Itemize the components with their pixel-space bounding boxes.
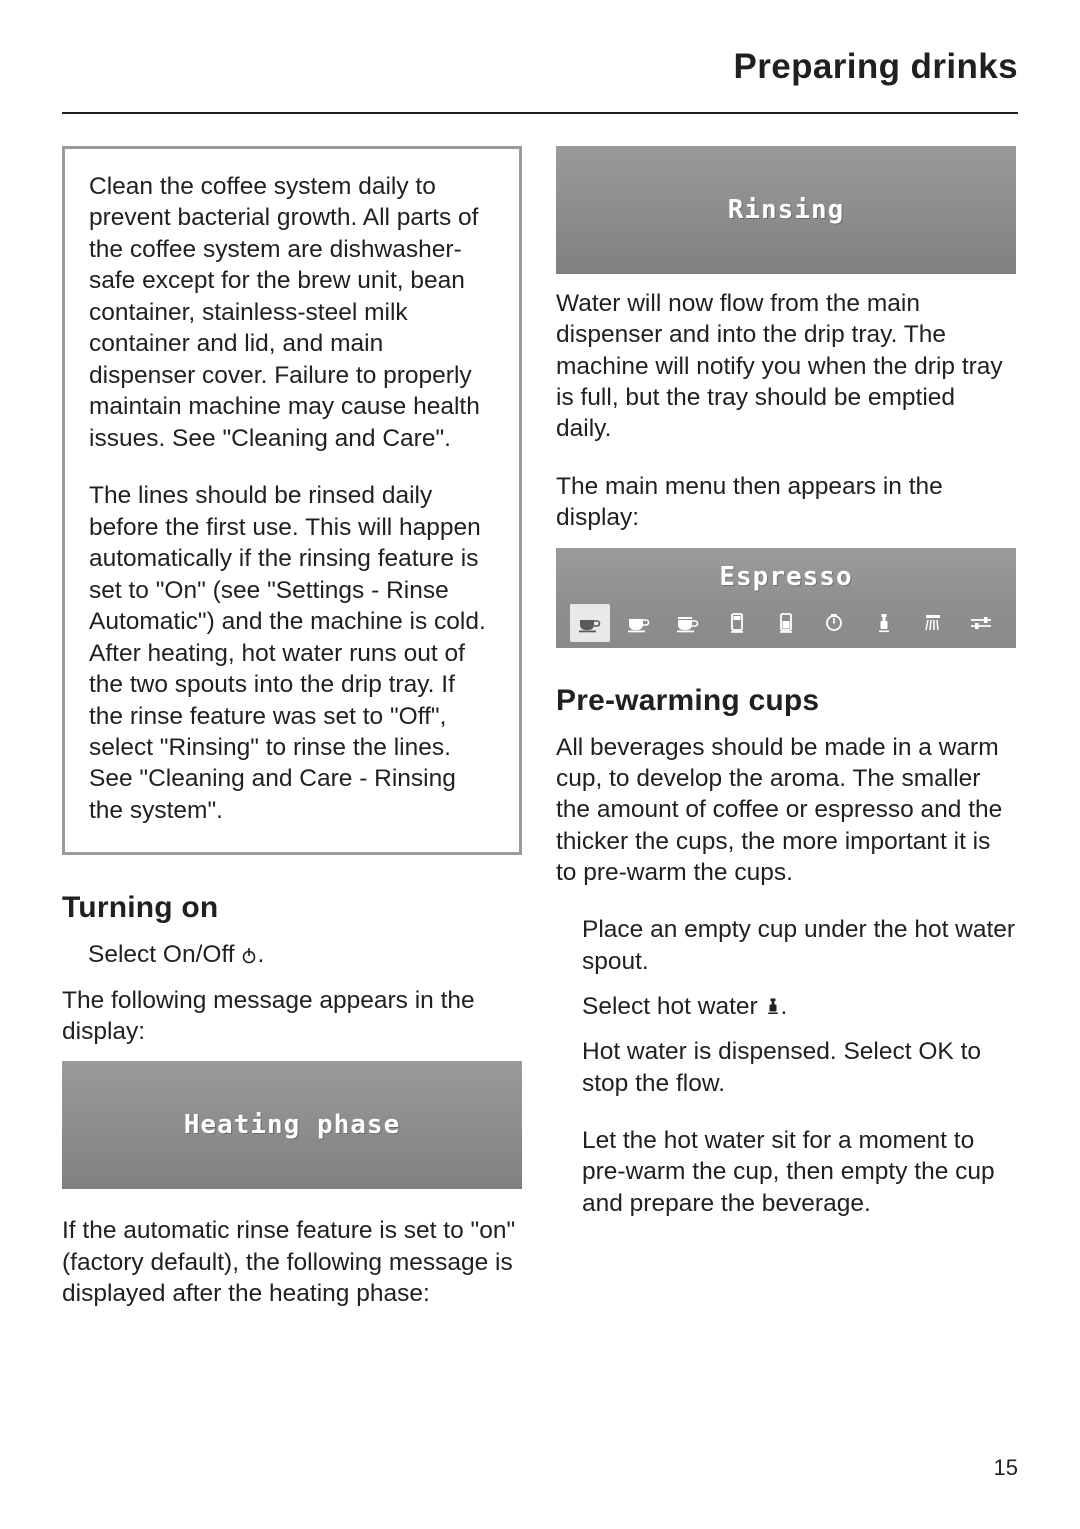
left-column: Clean the coffee system daily to prevent… bbox=[62, 146, 522, 1310]
step-let-water-sit: Let the hot water sit for a moment to pr… bbox=[582, 1127, 995, 1217]
important-note-box: Clean the coffee system daily to prevent… bbox=[62, 146, 522, 856]
display-heating-phase: Heating phase bbox=[62, 1061, 522, 1190]
coffee-cup-icon[interactable] bbox=[619, 604, 659, 642]
header-divider bbox=[62, 112, 1018, 114]
heading-turning-on: Turning on bbox=[62, 891, 219, 925]
settings-sliders-icon[interactable] bbox=[962, 604, 1002, 642]
right-paragraph-main-menu: The main menu then appears in the displa… bbox=[556, 472, 943, 532]
display-rinsing: Rinsing bbox=[556, 146, 1016, 274]
note-paragraph-2: The lines should be rinsed daily before … bbox=[89, 482, 486, 824]
note-paragraph-1: Clean the coffee system daily to prevent… bbox=[89, 173, 480, 452]
heading-pre-warming-cups: Pre-warming cups bbox=[556, 683, 820, 717]
right-paragraph-water-flow: Water will now flow from the main dispen… bbox=[556, 290, 1003, 443]
power-on-off-icon bbox=[241, 942, 257, 964]
step-select-hot-water-text: Select hot water bbox=[582, 993, 758, 1021]
display-heating-phase-text: Heating phase bbox=[183, 1110, 401, 1141]
right-column: Rinsing Water will now flow from the mai… bbox=[556, 146, 1016, 1219]
display-main-menu-label: Espresso bbox=[719, 561, 853, 592]
hot-water-spout-icon[interactable] bbox=[864, 604, 904, 642]
step-select-on-off-text: Select On/Off bbox=[88, 941, 235, 969]
latte-macchiato-glass-icon[interactable] bbox=[717, 604, 757, 642]
left-paragraph-following-message: The following message appears in the dis… bbox=[62, 986, 475, 1046]
step-select-on-off-suffix: . bbox=[257, 941, 265, 969]
display-icon-row bbox=[556, 600, 1016, 646]
hot-water-pot-icon[interactable] bbox=[815, 604, 855, 642]
step-select-hot-water-suffix: . bbox=[780, 993, 788, 1021]
display-rinsing-text: Rinsing bbox=[727, 195, 845, 225]
display-main-menu: Espresso bbox=[556, 547, 1016, 648]
cappuccino-cup-icon[interactable] bbox=[668, 604, 708, 642]
page-title: Preparing drinks bbox=[733, 47, 1018, 86]
page-number: 15 bbox=[993, 1455, 1018, 1480]
hot-water-spout-icon bbox=[765, 994, 781, 1015]
step-select-hot-water: Select hot water . bbox=[556, 991, 1016, 1022]
steam-icon[interactable] bbox=[913, 604, 953, 642]
step-hot-water-dispensed: Hot water is dispensed. Select OK to sto… bbox=[582, 1038, 981, 1097]
step-place-empty-cup: Place an empty cup under the hot water s… bbox=[582, 916, 1016, 975]
step-select-on-off: Select On/Off . bbox=[62, 939, 522, 970]
left-paragraph-auto-rinse: If the automatic rinse feature is set to… bbox=[62, 1217, 516, 1308]
milk-glass-icon[interactable] bbox=[766, 604, 806, 642]
page-header: Preparing drinks bbox=[62, 47, 1018, 87]
right-paragraph-pre-warm: All beverages should be made in a warm c… bbox=[556, 733, 1003, 886]
espresso-cup-icon[interactable] bbox=[570, 603, 610, 642]
